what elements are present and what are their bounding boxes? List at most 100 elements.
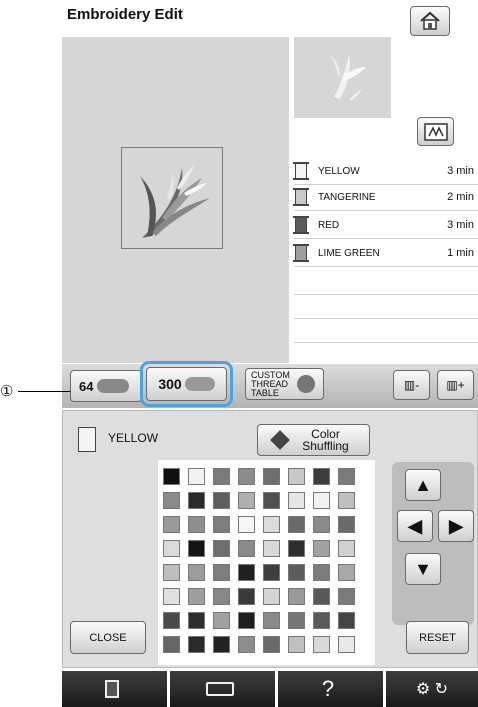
- color-swatch[interactable]: [288, 564, 305, 581]
- color-swatch[interactable]: [188, 636, 205, 653]
- color-swatch[interactable]: [313, 612, 330, 629]
- color-swatch[interactable]: [288, 612, 305, 629]
- settings-button[interactable]: ⚙ ↻: [386, 671, 478, 707]
- color-swatch[interactable]: [288, 636, 305, 653]
- color-swatch[interactable]: [213, 564, 230, 581]
- design-thumbnail: [294, 37, 391, 118]
- color-swatch[interactable]: [263, 492, 280, 509]
- color-swatch[interactable]: [238, 612, 255, 629]
- color-swatch[interactable]: [338, 564, 355, 581]
- color-swatch[interactable]: [313, 540, 330, 557]
- color-swatch[interactable]: [338, 540, 355, 557]
- color-swatch[interactable]: [213, 588, 230, 605]
- color-swatch[interactable]: [188, 492, 205, 509]
- color-swatch[interactable]: [338, 516, 355, 533]
- color-swatch[interactable]: [238, 588, 255, 605]
- color-swatch[interactable]: [263, 540, 280, 557]
- color-swatch[interactable]: [188, 540, 205, 557]
- color-swatch[interactable]: [288, 468, 305, 485]
- color-swatch[interactable]: [188, 612, 205, 629]
- chevron-left-icon: ◀: [408, 515, 422, 536]
- color-swatch[interactable]: [313, 588, 330, 605]
- color-swatch[interactable]: [188, 468, 205, 485]
- frame-view-button[interactable]: [417, 117, 454, 146]
- color-swatch[interactable]: [288, 588, 305, 605]
- thread-minus-button[interactable]: ▥-: [393, 370, 430, 400]
- arrow-right-button[interactable]: ▶: [438, 510, 474, 542]
- document-icon: [105, 680, 119, 698]
- color-swatch[interactable]: [288, 492, 305, 509]
- palette-300-button[interactable]: 300: [146, 367, 227, 401]
- color-swatch[interactable]: [238, 516, 255, 533]
- color-swatch[interactable]: [263, 468, 280, 485]
- color-swatch[interactable]: [188, 564, 205, 581]
- palette-64-button[interactable]: 64: [70, 370, 142, 402]
- color-swatch[interactable]: [288, 516, 305, 533]
- color-swatch[interactable]: [213, 492, 230, 509]
- color-swatch[interactable]: [313, 516, 330, 533]
- reset-button[interactable]: RESET: [406, 621, 469, 654]
- color-swatch[interactable]: [263, 588, 280, 605]
- shuffle-cube-icon: [269, 430, 290, 450]
- spool-icon: [97, 379, 130, 393]
- color-swatch[interactable]: [238, 636, 255, 653]
- color-swatch[interactable]: [163, 564, 180, 581]
- close-button[interactable]: CLOSE: [70, 621, 146, 654]
- color-swatch[interactable]: [163, 492, 180, 509]
- color-swatch[interactable]: [263, 636, 280, 653]
- arrow-down-button[interactable]: ▼: [405, 553, 441, 585]
- thread-spool-icon: [293, 216, 309, 234]
- color-swatch[interactable]: [263, 516, 280, 533]
- thread-row[interactable]: TANGERINE 2 min: [293, 186, 478, 211]
- color-swatch[interactable]: [163, 540, 180, 557]
- color-swatch[interactable]: [163, 612, 180, 629]
- color-swatch[interactable]: [213, 516, 230, 533]
- color-swatch[interactable]: [338, 588, 355, 605]
- thread-row[interactable]: LIME GREEN 1 min: [293, 242, 478, 267]
- color-swatch[interactable]: [213, 636, 230, 653]
- thread-row[interactable]: RED 3 min: [293, 214, 478, 239]
- color-swatch[interactable]: [338, 612, 355, 629]
- color-swatch[interactable]: [163, 636, 180, 653]
- color-swatch[interactable]: [313, 492, 330, 509]
- color-swatch[interactable]: [288, 540, 305, 557]
- color-swatch[interactable]: [263, 564, 280, 581]
- color-swatch[interactable]: [313, 468, 330, 485]
- color-swatch[interactable]: [163, 516, 180, 533]
- design-canvas[interactable]: [62, 37, 289, 363]
- color-swatch[interactable]: [313, 564, 330, 581]
- reset-label: RESET: [419, 631, 456, 644]
- color-swatch[interactable]: [238, 540, 255, 557]
- help-button[interactable]: ?: [278, 671, 378, 707]
- thread-plus-icon: ▥+: [446, 378, 465, 392]
- color-swatch[interactable]: [213, 468, 230, 485]
- color-swatch[interactable]: [238, 492, 255, 509]
- color-swatch[interactable]: [338, 468, 355, 485]
- color-shuffling-button[interactable]: Color Shuffling: [257, 424, 370, 456]
- page-title: Embroidery Edit: [67, 6, 183, 23]
- color-swatch[interactable]: [338, 492, 355, 509]
- custom-thread-table-button[interactable]: CUSTOM THREAD TABLE: [245, 368, 324, 400]
- machine-button[interactable]: [170, 671, 270, 707]
- close-label: CLOSE: [89, 631, 127, 644]
- color-swatch[interactable]: [213, 540, 230, 557]
- color-swatch[interactable]: [163, 468, 180, 485]
- color-swatch[interactable]: [238, 564, 255, 581]
- design-thumbnail-icon: [330, 55, 366, 101]
- arrow-up-button[interactable]: ▲: [405, 469, 441, 501]
- help-label: ?: [321, 676, 335, 701]
- home-button[interactable]: [410, 6, 450, 36]
- color-swatch[interactable]: [188, 516, 205, 533]
- color-swatch[interactable]: [338, 636, 355, 653]
- color-swatch[interactable]: [163, 588, 180, 605]
- thread-plus-button[interactable]: ▥+: [437, 370, 474, 400]
- home-icon: [420, 11, 440, 30]
- arrow-left-button[interactable]: ◀: [397, 510, 433, 542]
- info-button[interactable]: [62, 671, 162, 707]
- thread-row[interactable]: YELLOW 3 min: [293, 160, 478, 185]
- color-swatch[interactable]: [238, 468, 255, 485]
- color-swatch[interactable]: [263, 612, 280, 629]
- color-swatch[interactable]: [188, 588, 205, 605]
- color-swatch[interactable]: [313, 636, 330, 653]
- color-swatch[interactable]: [213, 612, 230, 629]
